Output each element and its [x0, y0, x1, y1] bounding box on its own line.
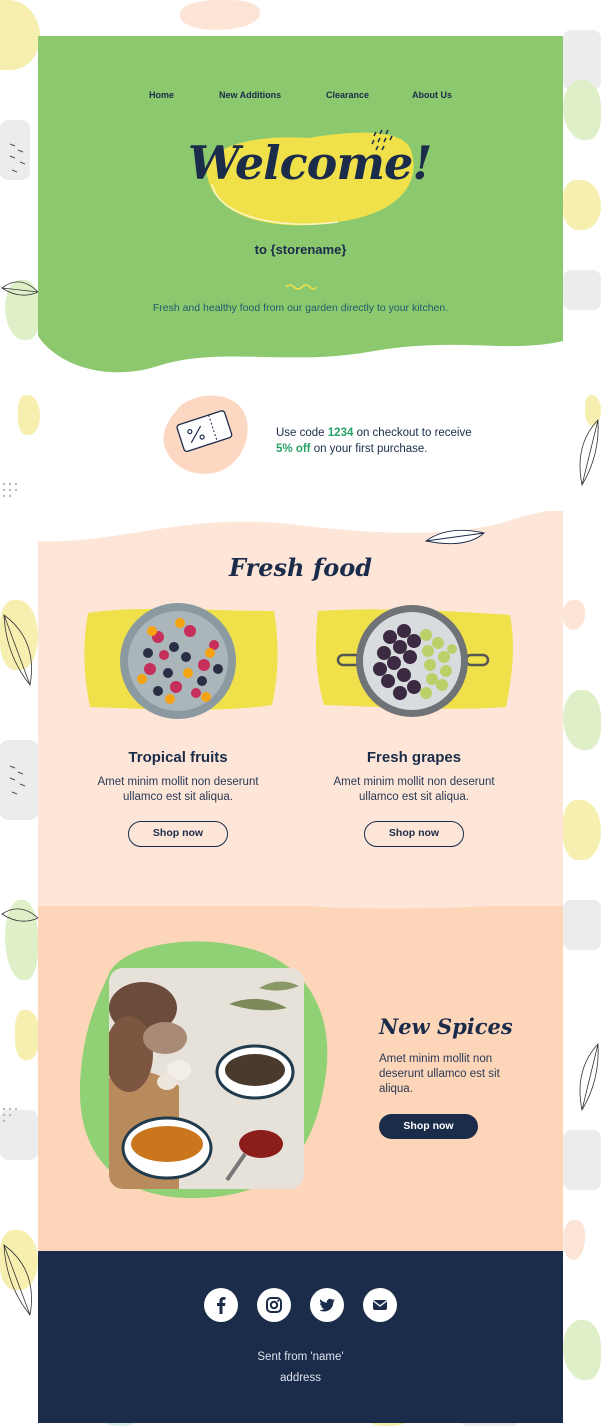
- spices-bowls-image: [109, 968, 304, 1189]
- product-name: Tropical fruits: [128, 749, 228, 766]
- instagram-icon[interactable]: [257, 1288, 291, 1322]
- bg-shape: [563, 600, 585, 630]
- fresh-food-title: Fresh food: [229, 553, 372, 582]
- new-spices-title: New Spices: [379, 1014, 513, 1039]
- product-description: Amet minim mollit non deserunt ullamco e…: [333, 776, 495, 803]
- leaf-doodle-icon: [1, 908, 39, 922]
- email-container: Home New Additions Clearance About Us We…: [38, 36, 563, 1423]
- bg-shape: [563, 1130, 601, 1190]
- product-image-fruits: [78, 603, 278, 719]
- welcome-heading: Welcome!: [188, 124, 432, 234]
- store-name: to {storename}: [254, 242, 347, 257]
- twitter-icon[interactable]: [310, 1288, 344, 1322]
- product-name: Fresh grapes: [366, 749, 462, 766]
- grapes-colander-image: [316, 605, 513, 717]
- promo-section: Use code 1234 on checkout to receive 5% …: [38, 381, 563, 511]
- leaf-doodle-icon: [3, 1244, 32, 1316]
- welcome-title: Welcome!: [188, 136, 432, 190]
- product-card: Fresh grapes Amet minim mollit non deser…: [314, 605, 514, 847]
- bg-shape: [18, 395, 40, 435]
- bg-shape: [563, 690, 601, 750]
- footer-sender: Sent from 'name' address: [38, 1347, 563, 1389]
- bg-shape: [0, 0, 40, 70]
- bg-shape: [180, 0, 260, 30]
- shop-now-button[interactable]: Shop now: [379, 1114, 478, 1139]
- bg-shape: [563, 800, 601, 860]
- footer-address: address: [280, 1372, 321, 1384]
- footer-sent-from: Sent from 'name': [257, 1351, 344, 1363]
- nav-new-additions[interactable]: New Additions: [219, 90, 281, 100]
- leaf-doodle-icon: [579, 419, 599, 487]
- nav-home[interactable]: Home: [149, 90, 174, 100]
- product-description: Amet minim mollit non deserunt ullamco e…: [97, 776, 259, 803]
- leaf-doodle-icon: [1, 281, 39, 296]
- social-links: [38, 1288, 563, 1322]
- dashes-doodle-icon: [9, 765, 26, 795]
- fresh-food-section: Fresh food Tropical fruits Amet minim mo…: [38, 511, 563, 906]
- product-card: Tropical fruits Amet minim mollit non de…: [78, 603, 278, 847]
- promo-line1-suffix: on checkout to receive: [353, 427, 472, 439]
- berries-plate-image: [84, 603, 278, 719]
- promo-discount: 5% off: [276, 443, 311, 455]
- hero-tagline: Fresh and healthy food from our garden d…: [152, 302, 449, 314]
- footer: Sent from 'name' address: [38, 1251, 563, 1423]
- promo-line1-prefix: Use code: [276, 427, 328, 439]
- shop-now-button[interactable]: Shop now: [364, 821, 464, 847]
- promo-text: Use code 1234 on checkout to receive 5% …: [276, 425, 472, 457]
- dots-doodle-icon: [2, 1107, 18, 1123]
- bg-shape: [563, 80, 601, 140]
- leaf-doodle-icon: [3, 614, 32, 686]
- coupon-icon: [163, 395, 248, 474]
- shop-now-button[interactable]: Shop now: [128, 821, 228, 847]
- bg-shape: [563, 270, 601, 310]
- new-spices-section: New Spices Amet minim mollit non deserun…: [38, 906, 563, 1251]
- bg-shape: [563, 180, 601, 230]
- hero-section: Home New Additions Clearance About Us We…: [38, 36, 563, 381]
- promo-code: 1234: [327, 427, 354, 439]
- leaf-doodle-icon: [579, 1043, 599, 1112]
- product-image-grapes: [314, 605, 514, 717]
- nav-clearance[interactable]: Clearance: [326, 90, 369, 100]
- dashes-doodle-icon: [9, 143, 26, 173]
- promo-line2-suffix: on your first purchase.: [310, 443, 428, 455]
- bg-shape: [563, 1220, 585, 1260]
- top-nav: Home New Additions Clearance About Us: [38, 90, 563, 104]
- email-icon[interactable]: [363, 1288, 397, 1322]
- nav-about-us[interactable]: About Us: [412, 90, 452, 100]
- bg-shape: [563, 1320, 601, 1380]
- new-spices-description: Amet minim mollit non deserunt ullamco e…: [379, 1053, 500, 1095]
- bg-shape: [15, 1010, 40, 1060]
- dots-doodle-icon: [2, 482, 18, 498]
- squiggle-divider-icon: [285, 284, 317, 290]
- facebook-icon[interactable]: [204, 1288, 238, 1322]
- bg-shape: [563, 900, 601, 950]
- spices-photo: [109, 968, 304, 1189]
